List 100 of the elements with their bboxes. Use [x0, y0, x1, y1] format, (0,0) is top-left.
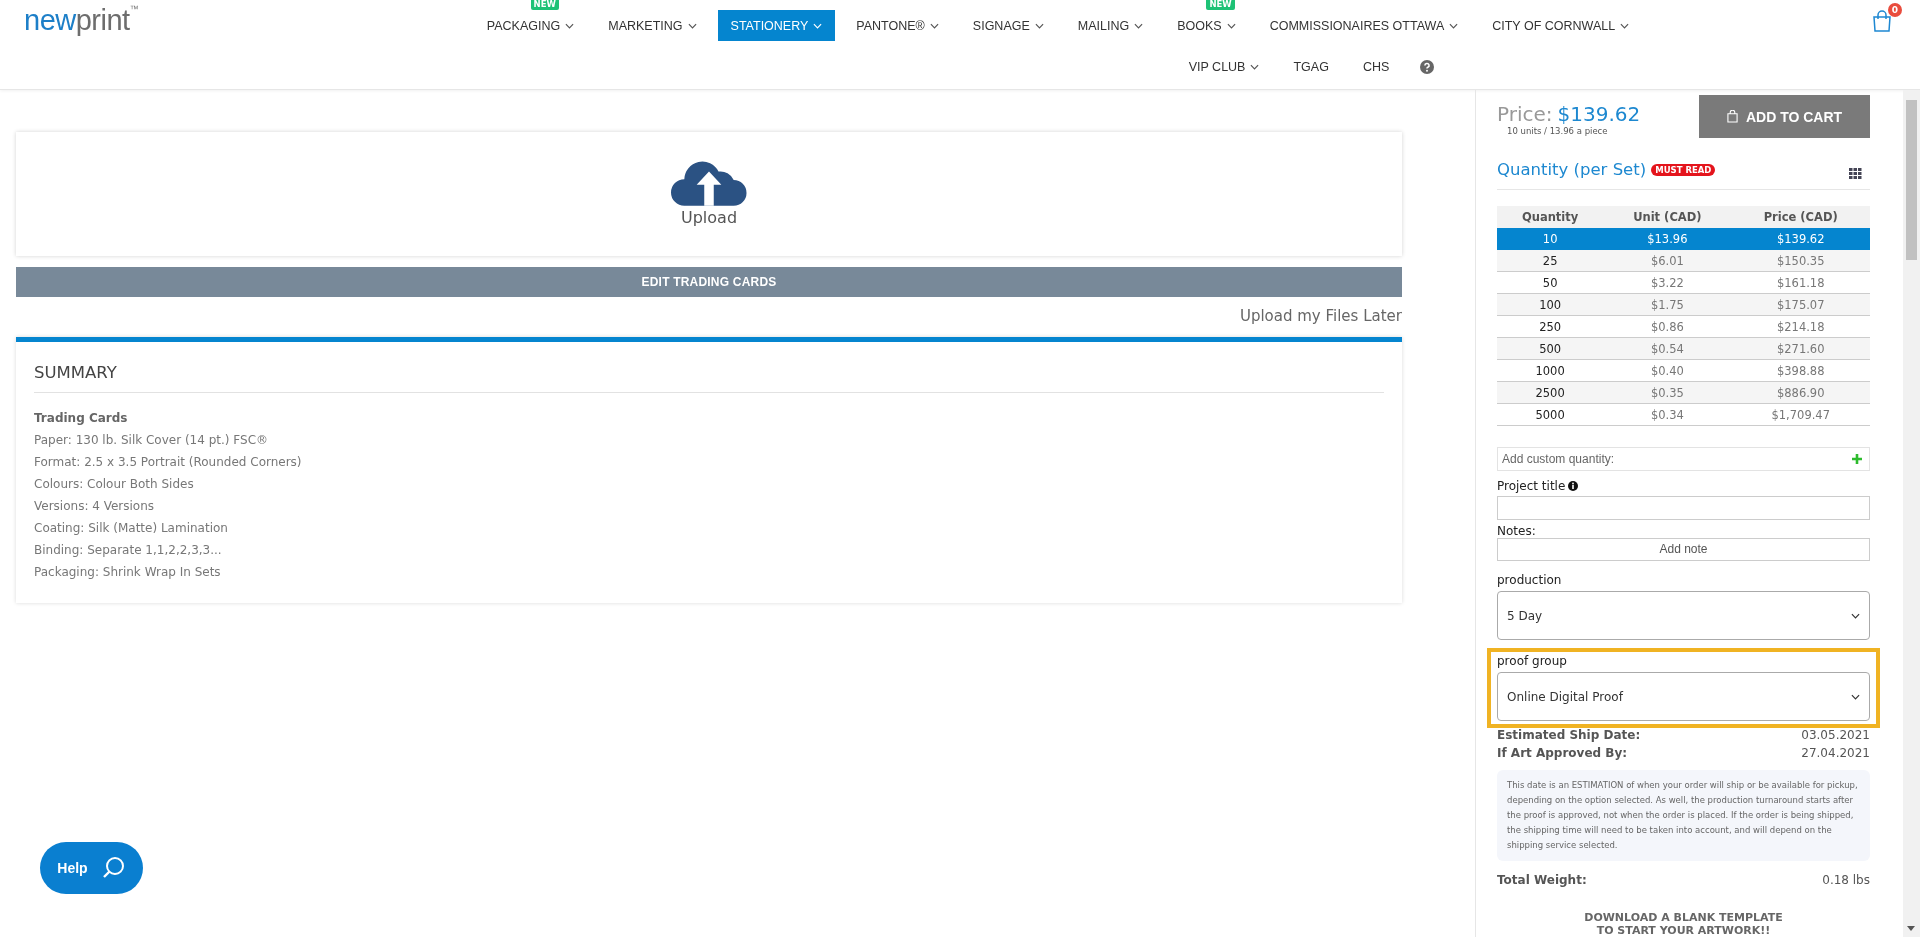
spec-line: Binding: Separate 1,1,2,2,3,3... — [34, 542, 223, 559]
product-name: Trading Cards — [34, 410, 129, 427]
price-row[interactable]: 50 $3.22 $161.18 — [1497, 271, 1870, 294]
table-cell: $0.54 — [1603, 337, 1732, 360]
must-read-badge: MUST READ — [1651, 163, 1716, 176]
nav-link[interactable]: BOOKS — [1164, 10, 1249, 41]
column-header: Unit (CAD) — [1603, 206, 1732, 228]
info-icon[interactable] — [1568, 481, 1579, 491]
nav-link[interactable]: VIP CLUB — [1175, 51, 1273, 82]
table-cell: $398.88 — [1731, 359, 1870, 382]
chevron-down-icon — [1851, 693, 1860, 700]
price-row[interactable]: 500 $0.54 $271.60 — [1497, 337, 1870, 360]
table-cell: 1000 — [1497, 359, 1604, 382]
table-cell: $0.40 — [1603, 359, 1732, 382]
price-row[interactable]: 2500 $0.35 $886.90 — [1497, 381, 1870, 404]
add-to-cart-button[interactable]: ADD TO CART — [1699, 95, 1870, 138]
table-cell: 50 — [1497, 271, 1604, 294]
field-label: production — [1497, 573, 1563, 587]
nav-link[interactable]: MAILING — [1064, 10, 1157, 41]
column-header: Quantity — [1497, 206, 1604, 228]
weight-value: 0.18 lbs — [1822, 873, 1870, 887]
scrollbar[interactable] — [1903, 90, 1920, 937]
table-cell: $161.18 — [1731, 271, 1870, 294]
table-cell: $3.22 — [1603, 271, 1732, 294]
weight-label: Total Weight: — [1497, 873, 1587, 887]
nav-link[interactable]: MARKETING — [595, 10, 710, 41]
table-cell: $1.75 — [1603, 293, 1732, 316]
nav-link[interactable]: CITY OF CORNWALL — [1479, 10, 1643, 41]
dropdown-select[interactable]: Online Digital Proof — [1497, 672, 1870, 721]
date-label: If Art Approved By: — [1497, 746, 1628, 760]
nav-link[interactable]: TGAG — [1280, 51, 1342, 82]
table-cell: $0.86 — [1603, 315, 1732, 338]
table-cell: 25 — [1497, 249, 1604, 272]
summary-title: SUMMARY — [34, 358, 1384, 393]
table-cell: $1,709.47 — [1731, 403, 1870, 426]
plus-icon[interactable] — [1852, 454, 1862, 464]
table-cell: 100 — [1497, 293, 1604, 316]
date-value: 03.05.2021 — [1801, 728, 1870, 742]
nav-link[interactable]: PACKAGING — [473, 10, 588, 41]
price-row[interactable]: 25 $6.01 $150.35 — [1497, 249, 1870, 272]
download-link[interactable]: DOWNLOAD A BLANK TEMPLATE — [1584, 911, 1783, 924]
nav-link[interactable]: CHS — [1349, 51, 1403, 82]
upload-card[interactable]: Upload — [16, 132, 1402, 256]
price-row[interactable]: 1000 $0.40 $398.88 — [1497, 359, 1870, 382]
price-note: 10 units / 13.96 a piece — [1507, 126, 1609, 136]
new-badge: NEW — [530, 0, 559, 10]
logo[interactable]: newprint$^{™}$ — [24, 4, 284, 37]
table-cell: $214.18 — [1731, 315, 1870, 338]
date-label: Estimated Ship Date: — [1497, 728, 1641, 742]
field-label: Notes: — [1497, 523, 1536, 538]
upload-label: Upload — [680, 207, 738, 227]
table-cell: $150.35 — [1731, 249, 1870, 272]
field-label: Project title — [1497, 479, 1566, 493]
table-cell: $6.01 — [1603, 249, 1732, 272]
spec-line: Format: 2.5 x 3.5 Portrait (Rounded Corners) — [34, 454, 303, 471]
table-cell: 10 — [1497, 228, 1604, 250]
price-value: $139.62 — [1557, 102, 1641, 126]
price-row[interactable]: 100 $1.75 $175.07 — [1497, 293, 1870, 316]
nav-link[interactable]: STATIONERY — [717, 10, 836, 41]
dropdown-select[interactable]: 5 Day — [1497, 591, 1870, 640]
help-icon[interactable] — [1420, 59, 1435, 74]
nav-link[interactable]: SIGNAGE — [959, 10, 1057, 41]
scroll-down-icon[interactable] — [1907, 926, 1915, 931]
section-title: Quantity (per Set) — [1497, 160, 1647, 179]
price-row[interactable]: 250 $0.86 $214.18 — [1497, 315, 1870, 338]
help-button[interactable]: Help — [40, 842, 143, 894]
spec-line: Colours: Colour Both Sides — [34, 476, 195, 493]
nav-link[interactable]: COMMISSIONAIRES OTTAWA — [1256, 10, 1472, 41]
table-cell: 2500 — [1497, 381, 1604, 404]
grid-icon[interactable] — [1849, 168, 1862, 179]
custom-quantity-field[interactable]: Add custom quantity: — [1497, 447, 1870, 471]
table-cell: 500 — [1497, 337, 1604, 360]
info-note: This date is an ESTIMATION of when your order will ship or be available for pickup, depending on the option selected. As well, the production turnaround starts after the proof is approved, not when the order is placed. If the order is being shipped, the shipping time will need to be taken into account, and will depend on the shipping service selected. — [1497, 770, 1870, 861]
column-header: Price (CAD) — [1731, 206, 1870, 228]
upload-later-link[interactable]: Upload my Files Later — [1239, 307, 1402, 325]
download-link[interactable]: TO START YOUR ARTWORK!! — [1596, 924, 1771, 937]
add-note-button[interactable]: Add note — [1497, 537, 1870, 561]
table-cell: $13.96 — [1603, 228, 1732, 250]
spec-line: Coating: Silk (Matte) Lamination — [34, 520, 229, 537]
table-cell: $139.62 — [1731, 228, 1870, 250]
shopping-bag-icon — [1726, 110, 1738, 123]
project-title-field[interactable] — [1497, 496, 1870, 520]
chevron-down-icon — [1851, 612, 1860, 619]
table-cell: $0.35 — [1603, 381, 1732, 404]
date-value: 27.04.2021 — [1801, 746, 1870, 760]
spec-line: Packaging: Shrink Wrap In Sets — [34, 564, 222, 581]
search-icon — [101, 856, 126, 880]
table-cell: 5000 — [1497, 403, 1604, 426]
nav-link[interactable]: PANTONE® — [843, 10, 952, 41]
spec-line: Paper: 130 lb. Silk Cover (14 pt.) FSC® — [34, 432, 270, 449]
table-cell: $0.34 — [1603, 403, 1732, 426]
edit-button[interactable]: EDIT TRADING CARDS — [16, 267, 1402, 297]
price-row[interactable]: 10 $13.96 $139.62 — [1497, 228, 1870, 250]
table-cell: $886.90 — [1731, 381, 1870, 404]
shopping-bag-icon[interactable] — [1872, 10, 1892, 32]
scrollbar-thumb[interactable] — [1906, 100, 1917, 260]
price-label: Price: — [1497, 102, 1553, 126]
price-row[interactable]: 5000 $0.34 $1,709.47 — [1497, 403, 1870, 426]
spec-line: Versions: 4 Versions — [34, 498, 156, 515]
table-cell: 250 — [1497, 315, 1604, 338]
